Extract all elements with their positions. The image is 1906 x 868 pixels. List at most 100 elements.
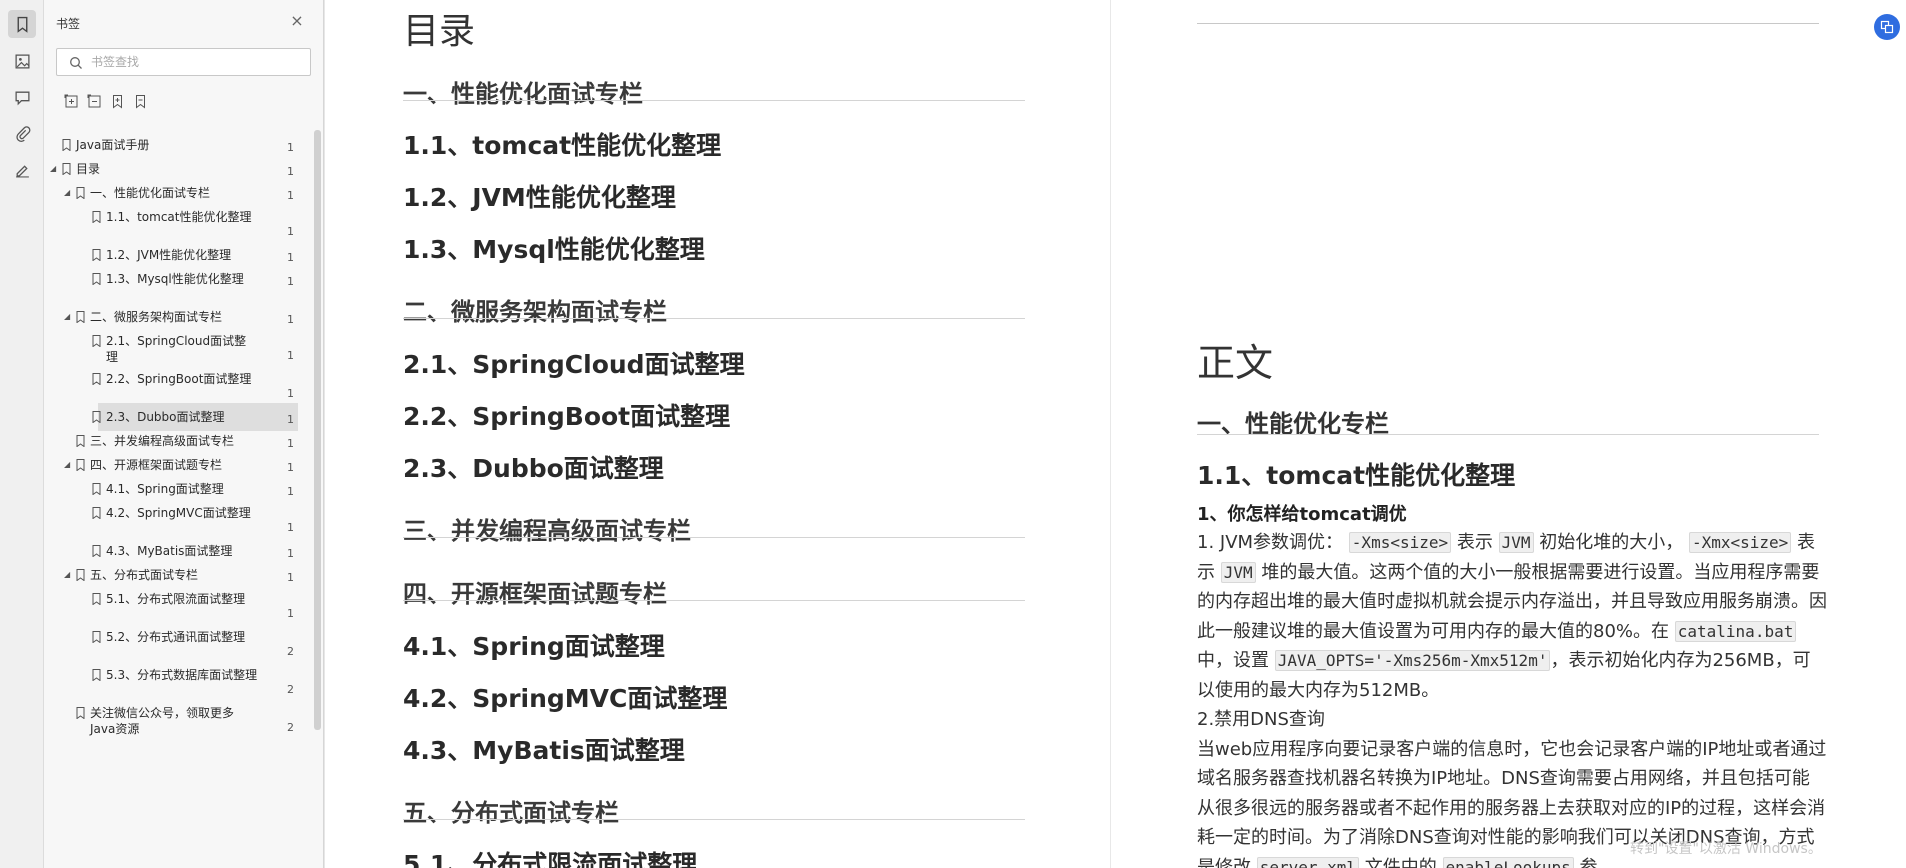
thumbnail-panel-button[interactable] bbox=[8, 47, 36, 75]
bookmark-search-input[interactable] bbox=[91, 53, 301, 71]
translate-icon bbox=[1880, 20, 1894, 34]
bookmark-page-number: 2 bbox=[287, 645, 294, 658]
bookmark-label: 目录 bbox=[76, 162, 101, 176]
expand-all-button[interactable] bbox=[62, 92, 80, 110]
remove-bookmark-icon bbox=[135, 94, 145, 108]
toc-chapter-link[interactable]: 二、微服务架构面试专栏 bbox=[403, 292, 667, 327]
bookmark-icon bbox=[92, 335, 101, 347]
pdf-reader-window: 书签 × Java面试手册 1 ◢ 目录 1 ◢ 一、性能优化面试专栏 1 1.1、tomcat… bbox=[0, 0, 1906, 868]
close-icon[interactable]: × bbox=[290, 13, 304, 29]
code-snippet: enableLookups bbox=[1442, 856, 1574, 868]
translate-float-button[interactable] bbox=[1874, 14, 1900, 40]
toc-section-link[interactable]: 4.3、MyBatis面试整理 bbox=[403, 731, 685, 767]
bookmark-page-number: 1 bbox=[287, 607, 294, 620]
toc-section-link[interactable]: 1.2、JVM性能优化整理 bbox=[403, 178, 676, 214]
bookmark-page-number: 1 bbox=[287, 349, 294, 362]
bookmark-scrollbar[interactable] bbox=[314, 130, 321, 730]
expand-toggle-icon[interactable]: ◢ bbox=[64, 313, 72, 321]
comment-icon bbox=[14, 91, 30, 105]
signature-icon bbox=[15, 164, 29, 177]
bookmark-icon bbox=[92, 373, 101, 385]
text-run: 表示 bbox=[1456, 532, 1493, 553]
bookmark-label: 2.1、SpringCloud面试整理 bbox=[106, 334, 247, 364]
bookmark-icon bbox=[17, 16, 27, 33]
bookmark-icon bbox=[76, 569, 85, 581]
toc-section-link[interactable]: 4.2、SpringMVC面试整理 bbox=[403, 679, 727, 715]
image-icon bbox=[14, 53, 30, 69]
bookmark-label: 2.3、Dubbo面试整理 bbox=[106, 410, 225, 424]
divider bbox=[1197, 23, 1819, 24]
bookmark-icon bbox=[92, 507, 101, 519]
bookmark-page-number: 1 bbox=[287, 165, 294, 178]
bookmark-label: 5.3、分布式数据库面试整理 bbox=[106, 668, 258, 682]
toc-chapter-link[interactable]: 四、开源框架面试题专栏 bbox=[403, 574, 667, 609]
section-divider bbox=[1197, 434, 1819, 435]
bookmark-label: 四、开源框架面试题专栏 bbox=[90, 458, 223, 472]
bookmark-page-number: 1 bbox=[287, 313, 294, 326]
bookmark-page-number: 1 bbox=[287, 413, 294, 426]
bookmark-page-number: 1 bbox=[287, 547, 294, 560]
text-run: 初始化堆的大小， bbox=[1539, 532, 1684, 553]
toc-section-link[interactable]: 2.1、SpringCloud面试整理 bbox=[403, 345, 745, 381]
page-toc: 目录 一、性能优化面试专栏 1.1、tomcat性能优化整理 1.2、JVM性能优化… bbox=[325, 0, 1110, 868]
expand-toggle-icon[interactable]: ◢ bbox=[64, 189, 72, 197]
toc-section-link[interactable]: 5.1、分布式限流面试整理 bbox=[403, 845, 697, 868]
bookmark-page-number: 2 bbox=[287, 721, 294, 734]
bookmark-label: 一、性能优化面试专栏 bbox=[90, 186, 211, 200]
comments-panel-button[interactable] bbox=[8, 83, 36, 111]
toc-chapter-link[interactable]: 一、性能优化面试专栏 bbox=[403, 74, 643, 109]
bookmark-page-number: 1 bbox=[287, 521, 294, 534]
bookmark-label: 1.3、Mysql性能优化整理 bbox=[106, 272, 244, 286]
paragraph-jvm: 1. JVM参数调优： -Xms<size> 表示 JVM 初始化堆的大小， -… bbox=[1197, 528, 1827, 705]
document-view: 目录 一、性能优化面试专栏 1.1、tomcat性能优化整理 1.2、JVM性能优化… bbox=[325, 0, 1906, 868]
expand-toggle-icon[interactable]: ◢ bbox=[64, 461, 72, 469]
bookmark-page-number: 1 bbox=[287, 141, 294, 154]
code-snippet: -Xmx<size> bbox=[1688, 532, 1792, 553]
remove-bookmark-button[interactable] bbox=[131, 92, 149, 110]
body-text: 1. JVM参数调优： -Xms<size> 表示 JVM 初始化堆的大小， -… bbox=[1197, 528, 1827, 868]
bookmark-label: 5.2、分布式通讯面试整理 bbox=[106, 630, 246, 644]
toc-chapter-link[interactable]: 三、并发编程高级面试专栏 bbox=[403, 511, 691, 546]
bookmark-page-number: 1 bbox=[287, 485, 294, 498]
code-snippet: -Xms<size> bbox=[1348, 532, 1452, 553]
bookmark-panel-button[interactable] bbox=[8, 10, 36, 38]
bookmark-icon bbox=[92, 211, 101, 223]
bookmark-icon bbox=[92, 411, 101, 423]
toc-section-link[interactable]: 2.3、Dubbo面试整理 bbox=[403, 449, 664, 485]
side-toolbar bbox=[0, 0, 44, 868]
toc-chapter-link[interactable]: 五、分布式面试专栏 bbox=[403, 793, 619, 828]
bookmark-page-number: 1 bbox=[287, 387, 294, 400]
bookmark-icon bbox=[92, 483, 101, 495]
attachments-panel-button[interactable] bbox=[8, 119, 36, 147]
expand-toggle-icon[interactable]: ◢ bbox=[64, 571, 72, 579]
windows-activation-watermark: 转到"设置"以激活 Windows。 bbox=[1630, 841, 1822, 857]
bookmark-label: 五、分布式面试专栏 bbox=[90, 568, 199, 582]
chapter-divider bbox=[403, 819, 1025, 820]
bookmark-icon bbox=[76, 459, 85, 471]
toc-title: 目录 bbox=[403, 11, 476, 52]
add-bookmark-icon bbox=[112, 94, 122, 108]
bookmark-label: 关注微信公众号，领取更多Java资源 bbox=[90, 706, 235, 736]
add-bookmark-button[interactable] bbox=[108, 92, 126, 110]
toc-section-link[interactable]: 2.2、SpringBoot面试整理 bbox=[403, 397, 730, 433]
bookmark-icon bbox=[76, 187, 85, 199]
collapse-all-icon bbox=[87, 94, 100, 107]
bookmark-page-number: 1 bbox=[287, 437, 294, 450]
text-run: 1. JVM参数调优： bbox=[1197, 532, 1344, 553]
toc-section-link[interactable]: 1.1、tomcat性能优化整理 bbox=[403, 126, 721, 162]
bookmark-icon bbox=[92, 631, 101, 643]
chapter-divider bbox=[403, 537, 1025, 538]
subsection-heading: 1.1、tomcat性能优化整理 bbox=[1197, 461, 1516, 490]
bookmark-label: 5.1、分布式限流面试整理 bbox=[106, 592, 246, 606]
bookmark-label: 4.1、Spring面试整理 bbox=[106, 482, 224, 496]
bookmark-icon bbox=[76, 435, 85, 447]
signature-panel-button[interactable] bbox=[8, 155, 36, 183]
bookmark-page-number: 1 bbox=[287, 275, 294, 288]
collapse-all-button[interactable] bbox=[85, 92, 103, 110]
bookmark-label: 二、微服务架构面试专栏 bbox=[90, 310, 223, 324]
bookmark-tree: Java面试手册 1 ◢ 目录 1 ◢ 一、性能优化面试专栏 1 1.1、tomcat性能优化整… bbox=[44, 126, 312, 868]
toc-section-link[interactable]: 4.1、Spring面试整理 bbox=[403, 627, 665, 663]
panel-title: 书签 bbox=[56, 17, 81, 31]
expand-toggle-icon[interactable]: ◢ bbox=[50, 165, 58, 173]
toc-section-link[interactable]: 1.3、Mysql性能优化整理 bbox=[403, 230, 705, 266]
